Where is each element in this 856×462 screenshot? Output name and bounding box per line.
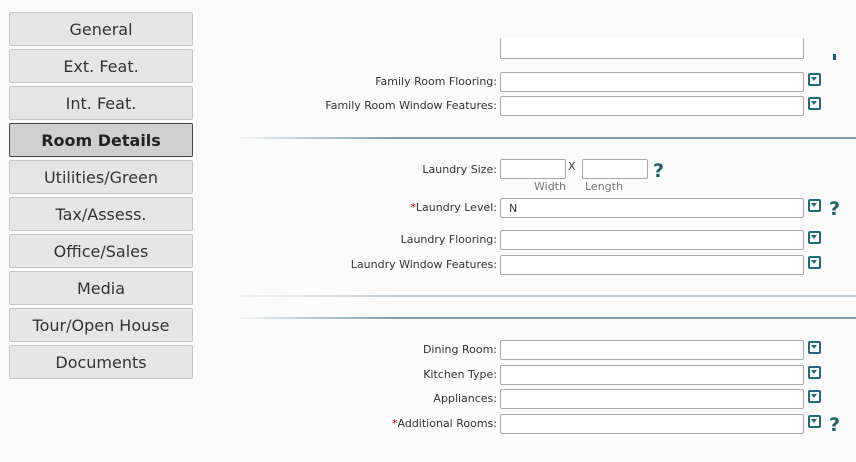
family-room-flooring-row: Family Room Flooring: <box>240 71 856 93</box>
nav-int-feat[interactable]: Int. Feat. <box>9 86 193 120</box>
section-divider <box>240 137 856 139</box>
additional-rooms-label: *Additional Rooms: <box>392 417 497 430</box>
section-divider <box>240 295 856 297</box>
dropdown-icon[interactable] <box>808 341 821 354</box>
kitchen-type-label: Kitchen Type: <box>423 368 497 381</box>
family-room-window-row: Family Room Window Features: <box>240 95 856 117</box>
nav-tax-assess[interactable]: Tax/Assess. <box>9 197 193 231</box>
section-divider <box>240 317 856 319</box>
laundry-level-row: *Laundry Level: N ? <box>240 197 856 220</box>
family-room-window-input[interactable] <box>500 96 804 116</box>
dropdown-icon[interactable] <box>808 199 821 212</box>
nav-general[interactable]: General <box>9 12 193 46</box>
dropdown-icon[interactable] <box>808 415 821 428</box>
scrolled-field-input[interactable] <box>500 38 804 59</box>
help-icon[interactable]: ? <box>829 198 840 220</box>
dining-room-input[interactable] <box>500 340 804 360</box>
dropdown-icon[interactable] <box>808 231 821 244</box>
room-details-form: Family Room Flooring: Family Room Window… <box>240 0 856 462</box>
nav-room-details[interactable]: Room Details <box>9 123 193 157</box>
laundry-level-input[interactable]: N <box>500 198 804 218</box>
appliances-row: Appliances: <box>240 388 856 410</box>
times-symbol: X <box>568 160 576 173</box>
dropdown-icon[interactable] <box>808 73 821 86</box>
family-room-flooring-input[interactable] <box>500 72 804 92</box>
scrolled-field-row <box>240 38 856 60</box>
nav-office-sales[interactable]: Office/Sales <box>9 234 193 268</box>
help-icon-partial <box>833 54 836 60</box>
nav-utilities-green[interactable]: Utilities/Green <box>9 160 193 194</box>
width-caption: Width <box>534 180 566 193</box>
nav-tour-open-house[interactable]: Tour/Open House <box>9 308 193 342</box>
help-icon[interactable]: ? <box>829 414 840 436</box>
dropdown-icon[interactable] <box>808 256 821 269</box>
appliances-input[interactable] <box>500 389 804 409</box>
kitchen-type-input[interactable] <box>500 365 804 385</box>
family-room-window-label: Family Room Window Features: <box>325 99 497 112</box>
additional-rooms-row: *Additional Rooms: ? <box>240 413 856 436</box>
laundry-size-label: Laundry Size: <box>422 163 497 176</box>
laundry-size-row: Laundry Size: X ? <box>240 158 856 182</box>
nav-documents[interactable]: Documents <box>9 345 193 379</box>
laundry-flooring-input[interactable] <box>500 230 804 250</box>
dining-room-label: Dining Room: <box>422 343 497 356</box>
appliances-label: Appliances: <box>433 392 497 405</box>
family-room-flooring-label: Family Room Flooring: <box>375 75 497 88</box>
laundry-flooring-row: Laundry Flooring: <box>240 229 856 251</box>
laundry-window-label: Laundry Window Features: <box>350 258 497 271</box>
laundry-flooring-label: Laundry Flooring: <box>400 233 497 246</box>
kitchen-type-row: Kitchen Type: <box>240 364 856 386</box>
help-icon[interactable]: ? <box>653 160 664 182</box>
additional-rooms-input[interactable] <box>500 414 804 434</box>
dropdown-icon[interactable] <box>808 366 821 379</box>
section-nav: General Ext. Feat. Int. Feat. Room Detai… <box>9 12 193 382</box>
laundry-window-row: Laundry Window Features: <box>240 254 856 276</box>
dropdown-icon[interactable] <box>808 390 821 403</box>
length-caption: Length <box>585 180 623 193</box>
laundry-length-input[interactable] <box>582 159 648 179</box>
laundry-level-label-text: Laundry Level: <box>415 201 497 214</box>
dining-room-row: Dining Room: <box>240 339 856 361</box>
additional-rooms-label-text: Additional Rooms: <box>397 417 497 430</box>
laundry-level-label: *Laundry Level: <box>410 201 497 214</box>
nav-media[interactable]: Media <box>9 271 193 305</box>
dropdown-icon[interactable] <box>808 97 821 110</box>
nav-ext-feat[interactable]: Ext. Feat. <box>9 49 193 83</box>
laundry-window-input[interactable] <box>500 255 804 275</box>
laundry-width-input[interactable] <box>500 159 566 179</box>
